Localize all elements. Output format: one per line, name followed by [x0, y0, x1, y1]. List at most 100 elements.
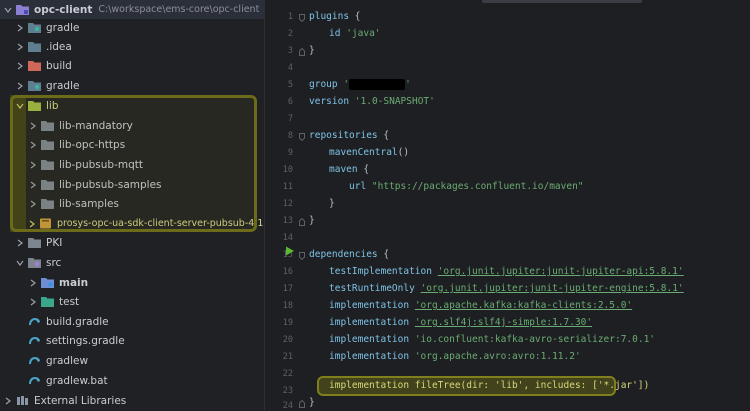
- tree-item-lib-pubsub-mqtt[interactable]: lib-pubsub-mqtt: [0, 155, 264, 174]
- excluded-folder-icon: [28, 60, 41, 71]
- code-token: implementation: [329, 334, 410, 345]
- code-token: group: [309, 79, 338, 90]
- tree-item-lib-mandatory[interactable]: lib-mandatory: [0, 116, 264, 135]
- tree-item-src[interactable]: src: [0, 253, 264, 272]
- code-editor[interactable]: plugins { id 'java' } group ' ' version '…: [297, 0, 750, 410]
- chevron-right-icon[interactable]: [28, 180, 38, 190]
- code-token: "https://packages.confluent.io/maven": [371, 181, 584, 192]
- code-token: plugins: [309, 11, 350, 22]
- fold-icon[interactable]: [299, 48, 305, 56]
- code-line-17: testRuntimeOnly 'org.junit.jupiter:junit…: [329, 280, 684, 297]
- tree-item-label: gradlew.bat: [46, 374, 108, 387]
- chevron-right-icon[interactable]: [28, 297, 38, 307]
- code-token: implementation: [329, 300, 410, 311]
- tree-item-test[interactable]: test: [0, 292, 264, 311]
- fold-icon[interactable]: [299, 133, 305, 141]
- folder-icon: [41, 159, 54, 170]
- tree-item-label: build.gradle: [46, 315, 109, 328]
- tree-item-gradlew[interactable]: gradlew: [0, 351, 264, 370]
- fold-icon[interactable]: [299, 400, 305, 408]
- code-token: {: [357, 164, 370, 175]
- code-token: 'io.confluent:kafka-avro-serializer:7.0.…: [414, 334, 656, 345]
- code-token: id: [329, 28, 341, 39]
- fold-icon[interactable]: [299, 14, 305, 22]
- code-line-13: }: [309, 215, 315, 226]
- line-number: 1: [287, 12, 293, 22]
- line-number: 23: [282, 386, 293, 396]
- folder-icon: [41, 120, 54, 131]
- tree-item-pki[interactable]: PKI: [0, 233, 264, 252]
- line-number: 2: [287, 29, 293, 39]
- code-token: 'java': [346, 28, 381, 39]
- tree-item-label: lib-mandatory: [59, 119, 133, 132]
- line-number: 16: [282, 267, 293, 277]
- chevron-down-icon[interactable]: [15, 258, 25, 268]
- tree-item-lib-pubsub-samples[interactable]: lib-pubsub-samples: [0, 175, 264, 194]
- chevron-right-icon[interactable]: [15, 238, 25, 248]
- chevron-down-icon[interactable]: [15, 101, 25, 111]
- tree-item-gradle-hidden[interactable]: gradle: [0, 18, 264, 37]
- code-token: {: [377, 249, 390, 260]
- gradle-file-icon: [28, 316, 41, 327]
- tree-item-lib-opc-https[interactable]: lib-opc-https: [0, 135, 264, 154]
- chevron-right-icon[interactable]: [15, 23, 25, 33]
- code-token: 'org.junit.jupiter:junit-jupiter-engine:…: [420, 283, 684, 294]
- redacted-block: [349, 79, 406, 90]
- tree-item-build-gradle[interactable]: build.gradle: [0, 312, 264, 331]
- fold-icon[interactable]: [299, 252, 305, 260]
- line-number: 7: [287, 114, 293, 124]
- code-line-5: group ' ': [309, 76, 411, 93]
- code-token: url: [349, 181, 367, 192]
- horizontal-scroll-thumb[interactable]: [482, 0, 642, 3]
- code-line-23: implementation fileTree(dir: 'lib', incl…: [329, 380, 650, 391]
- folder-icon: [28, 22, 41, 33]
- chevron-right-icon[interactable]: [28, 199, 38, 209]
- chevron-right-icon[interactable]: [28, 140, 38, 150]
- folder-icon: [41, 179, 54, 190]
- code-line-3: }: [309, 45, 315, 56]
- tree-item-label: prosys-opc-ua-sdk-client-server-pubsub-4…: [57, 218, 264, 229]
- run-icon[interactable]: [285, 246, 295, 256]
- chevron-right-icon[interactable]: [15, 42, 25, 52]
- chevron-right-icon[interactable]: [28, 278, 38, 288]
- code-token: mavenCentral: [329, 147, 398, 158]
- line-number: 11: [282, 182, 293, 192]
- code-line-9: mavenCentral(): [329, 144, 409, 161]
- code-line-12: }: [329, 198, 335, 209]
- tree-item-gradlew-bat[interactable]: gradlew.bat: [0, 371, 264, 390]
- project-tree: opc-client C:\workspace\ems-core\opc-cli…: [0, 0, 264, 410]
- module-folder-icon: [16, 4, 29, 15]
- chevron-right-icon[interactable]: [3, 396, 13, 406]
- chevron-right-icon[interactable]: [15, 81, 25, 91]
- code-token: 'org.slf4j:slf4j-simple:1.7.30': [414, 317, 593, 328]
- line-number: 10: [282, 165, 293, 175]
- code-line-18: implementation 'org.apache.kafka:kafka-c…: [329, 297, 632, 314]
- tree-item-prosys-jar[interactable]: prosys-opc-ua-sdk-client-server-pubsub-4…: [0, 214, 264, 233]
- tree-item-gradle[interactable]: gradle: [0, 76, 264, 95]
- tree-item-idea[interactable]: .idea: [0, 37, 264, 56]
- folder-icon: [28, 80, 41, 91]
- tree-item-external-libraries[interactable]: External Libraries: [0, 391, 264, 410]
- tree-item-label: lib-pubsub-samples: [59, 178, 162, 191]
- code-token: {: [377, 130, 390, 141]
- tree-item-label: lib-samples: [59, 197, 119, 210]
- tree-root-opc-client[interactable]: opc-client C:\workspace\ems-core\opc-cli…: [0, 0, 264, 19]
- code-line-11: url "https://packages.confluent.io/maven…: [349, 178, 584, 195]
- chevron-right-icon[interactable]: [28, 219, 36, 229]
- chevron-right-icon[interactable]: [28, 160, 38, 170]
- chevron-right-icon[interactable]: [15, 61, 25, 71]
- chevron-right-icon[interactable]: [28, 121, 38, 131]
- tree-root-label: opc-client: [34, 3, 93, 16]
- tree-item-label: lib-pubsub-mqtt: [59, 158, 143, 171]
- tree-item-main[interactable]: main: [0, 273, 264, 292]
- tree-item-label: settings.gradle: [46, 334, 125, 347]
- fold-icon[interactable]: [299, 218, 305, 226]
- tree-item-lib[interactable]: lib: [0, 96, 264, 115]
- tree-item-build[interactable]: build: [0, 56, 264, 75]
- chevron-down-icon[interactable]: [3, 5, 13, 15]
- tree-item-settings-gradle[interactable]: settings.gradle: [0, 331, 264, 350]
- tree-item-label: lib: [46, 99, 59, 112]
- tree-item-label: .idea: [46, 40, 72, 53]
- code-token: maven: [329, 164, 358, 175]
- tree-item-lib-samples[interactable]: lib-samples: [0, 194, 264, 213]
